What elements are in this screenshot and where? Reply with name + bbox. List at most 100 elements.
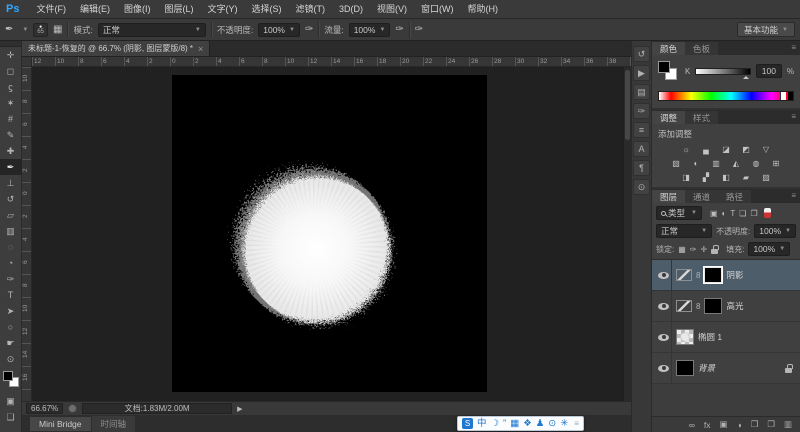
lock-pixels-icon[interactable]: ✑ [690, 245, 697, 254]
history-brush-tool[interactable]: ↺ [0, 191, 22, 207]
menu-item[interactable]: 3D(D) [332, 0, 370, 19]
new-adjustment-layer-icon[interactable]: ◑ [737, 420, 742, 430]
menu-item[interactable]: 选择(S) [244, 0, 288, 19]
filter-adjustment-layers-icon[interactable]: ◐ [722, 209, 727, 218]
tab-color[interactable]: 颜色 [652, 42, 686, 55]
threshold-icon[interactable]: ◧ [718, 171, 734, 183]
layer-filter-type-select[interactable]: 类型 ▼ [656, 206, 702, 220]
visibility-toggle[interactable] [656, 291, 672, 321]
visibility-toggle[interactable] [656, 260, 672, 290]
ime-skin-icon[interactable]: ❖ [523, 419, 532, 429]
layer-fill-select[interactable]: 100% ▼ [748, 242, 791, 256]
shape-tool[interactable]: ○ [0, 319, 22, 335]
layer-blend-mode-select[interactable]: 正常 ▼ [656, 224, 713, 238]
path-select-tool[interactable]: ➤ [0, 303, 22, 319]
color-spectrum-ramp[interactable] [658, 91, 794, 101]
k-value-field[interactable]: 100 [755, 64, 782, 78]
blend-mode-select[interactable]: 正常 ▼ [97, 22, 206, 37]
vertical-scrollbar[interactable] [623, 67, 631, 401]
k-channel-slider[interactable] [695, 67, 751, 79]
styles-panel-icon[interactable]: ▤ [633, 84, 650, 100]
menu-item[interactable]: 文字(Y) [200, 0, 244, 19]
photo-filter-icon[interactable]: ◭ [728, 157, 744, 169]
channel-mixer-icon[interactable]: ◍ [748, 157, 764, 169]
tab-mini-bridge[interactable]: Mini Bridge [30, 416, 91, 431]
slider-handle[interactable] [742, 73, 749, 79]
workspace-switcher[interactable]: 基本功能 ▼ [737, 22, 795, 37]
new-group-icon[interactable]: ❒ [751, 419, 759, 430]
menu-item[interactable]: 帮助(H) [460, 0, 505, 19]
magic-wand-tool[interactable]: ✶ [0, 95, 22, 111]
lock-all-icon[interactable] [711, 244, 719, 254]
new-layer-icon[interactable]: ❐ [767, 419, 775, 430]
layer-row-highlight[interactable]: 8 高光 [652, 291, 800, 322]
menu-item[interactable]: 图层(L) [157, 0, 200, 19]
invert-icon[interactable]: ◨ [678, 171, 694, 183]
menu-item[interactable]: 图像(I) [117, 0, 158, 19]
layer-row-background[interactable]: 背景 [652, 353, 800, 384]
gradient-tool[interactable]: ▥ [0, 223, 22, 239]
dodge-tool[interactable]: ◔ [0, 255, 22, 271]
ime-lang-toggle[interactable]: 中 [477, 419, 487, 429]
quick-mask-button[interactable]: ▣ [0, 393, 22, 409]
properties-panel-icon[interactable]: ≡ [633, 122, 650, 138]
foreground-color-swatch[interactable] [2, 371, 13, 381]
ime-width-toggle-icon[interactable]: ☽ [491, 419, 500, 429]
opacity-select[interactable]: 100% ▼ [258, 22, 300, 37]
pressure-size-toggle-icon[interactable]: ✑ [415, 24, 423, 35]
character-panel-icon[interactable]: A [633, 141, 650, 157]
document-tab[interactable]: 未标题-1-恢复的 @ 66.7% (阴影, 图层蒙版/8) * × [22, 41, 211, 56]
close-icon[interactable]: × [198, 44, 203, 54]
visibility-toggle[interactable] [656, 322, 672, 352]
layer-thumbnail[interactable] [676, 360, 694, 376]
exposure-icon[interactable]: ◩ [738, 143, 754, 155]
scrollbar-thumb[interactable] [625, 70, 630, 140]
brush-tool[interactable]: ✒ [0, 159, 22, 175]
paragraph-panel-icon[interactable]: ¶ [633, 160, 650, 176]
brightness-contrast-icon[interactable]: ☼ [678, 143, 694, 155]
panel-menu-icon[interactable]: ≡ [791, 191, 796, 200]
hue-saturation-icon[interactable]: ▧ [668, 157, 684, 169]
filter-shape-layers-icon[interactable]: ❏ [739, 209, 746, 218]
ime-logo-icon[interactable]: S [462, 418, 473, 429]
layer-effects-icon[interactable]: fx [704, 420, 711, 430]
adjustment-layer-icon[interactable] [676, 300, 692, 312]
canvas[interactable] [172, 75, 487, 392]
layer-row-ellipse[interactable]: 椭圆 1 [652, 322, 800, 353]
menu-item[interactable]: 窗口(W) [414, 0, 461, 19]
panel-menu-icon[interactable]: ≡ [791, 112, 796, 121]
eyedropper-tool[interactable]: ✎ [0, 127, 22, 143]
layer-name[interactable]: 阴影 [726, 269, 743, 281]
tab-paths[interactable]: 路径 [718, 190, 752, 203]
menu-item[interactable]: 文件(F) [29, 0, 73, 19]
layer-name[interactable]: 高光 [726, 300, 743, 312]
status-expand-arrow-icon[interactable]: ▶ [237, 405, 242, 413]
levels-icon[interactable]: ▄ [698, 143, 714, 155]
eraser-tool[interactable]: ▱ [0, 207, 22, 223]
filter-type-layers-icon[interactable]: T [730, 209, 735, 218]
brush-tool-icon[interactable]: ✒ [5, 24, 13, 35]
ime-more-icon[interactable]: ≡ [574, 419, 579, 428]
tab-layers[interactable]: 图层 [652, 190, 686, 203]
brush-panel-icon[interactable]: ✑ [633, 103, 650, 119]
flow-select[interactable]: 100% ▼ [348, 22, 391, 37]
hand-tool[interactable]: ☛ [0, 335, 22, 351]
tab-channels[interactable]: 通道 [685, 190, 719, 203]
tool-preset-dropdown-icon[interactable]: ▼ [22, 27, 28, 33]
layer-name[interactable]: 椭圆 1 [698, 331, 722, 343]
color-swatch-pair[interactable] [658, 61, 680, 81]
add-mask-icon[interactable]: ▣ [720, 419, 728, 430]
menu-item[interactable]: 滤镜(T) [288, 0, 332, 19]
tab-adjustments[interactable]: 调整 [652, 111, 686, 124]
layer-row-shadow[interactable]: 8 阴影 [652, 260, 800, 291]
layer-opacity-select[interactable]: 100% ▼ [754, 224, 796, 238]
black-swatch[interactable] [787, 92, 793, 100]
curves-icon[interactable]: ◪ [718, 143, 734, 155]
layer-filter-toggle[interactable] [763, 208, 771, 218]
type-tool[interactable]: T [0, 287, 22, 303]
clone-source-panel-icon[interactable]: ⊙ [633, 179, 650, 195]
delete-layer-icon[interactable]: ▥ [784, 419, 792, 430]
pressure-opacity-toggle-icon[interactable]: ✑ [305, 24, 313, 35]
panel-menu-icon[interactable]: ≡ [791, 43, 796, 52]
lock-position-icon[interactable]: ✛ [701, 245, 708, 254]
